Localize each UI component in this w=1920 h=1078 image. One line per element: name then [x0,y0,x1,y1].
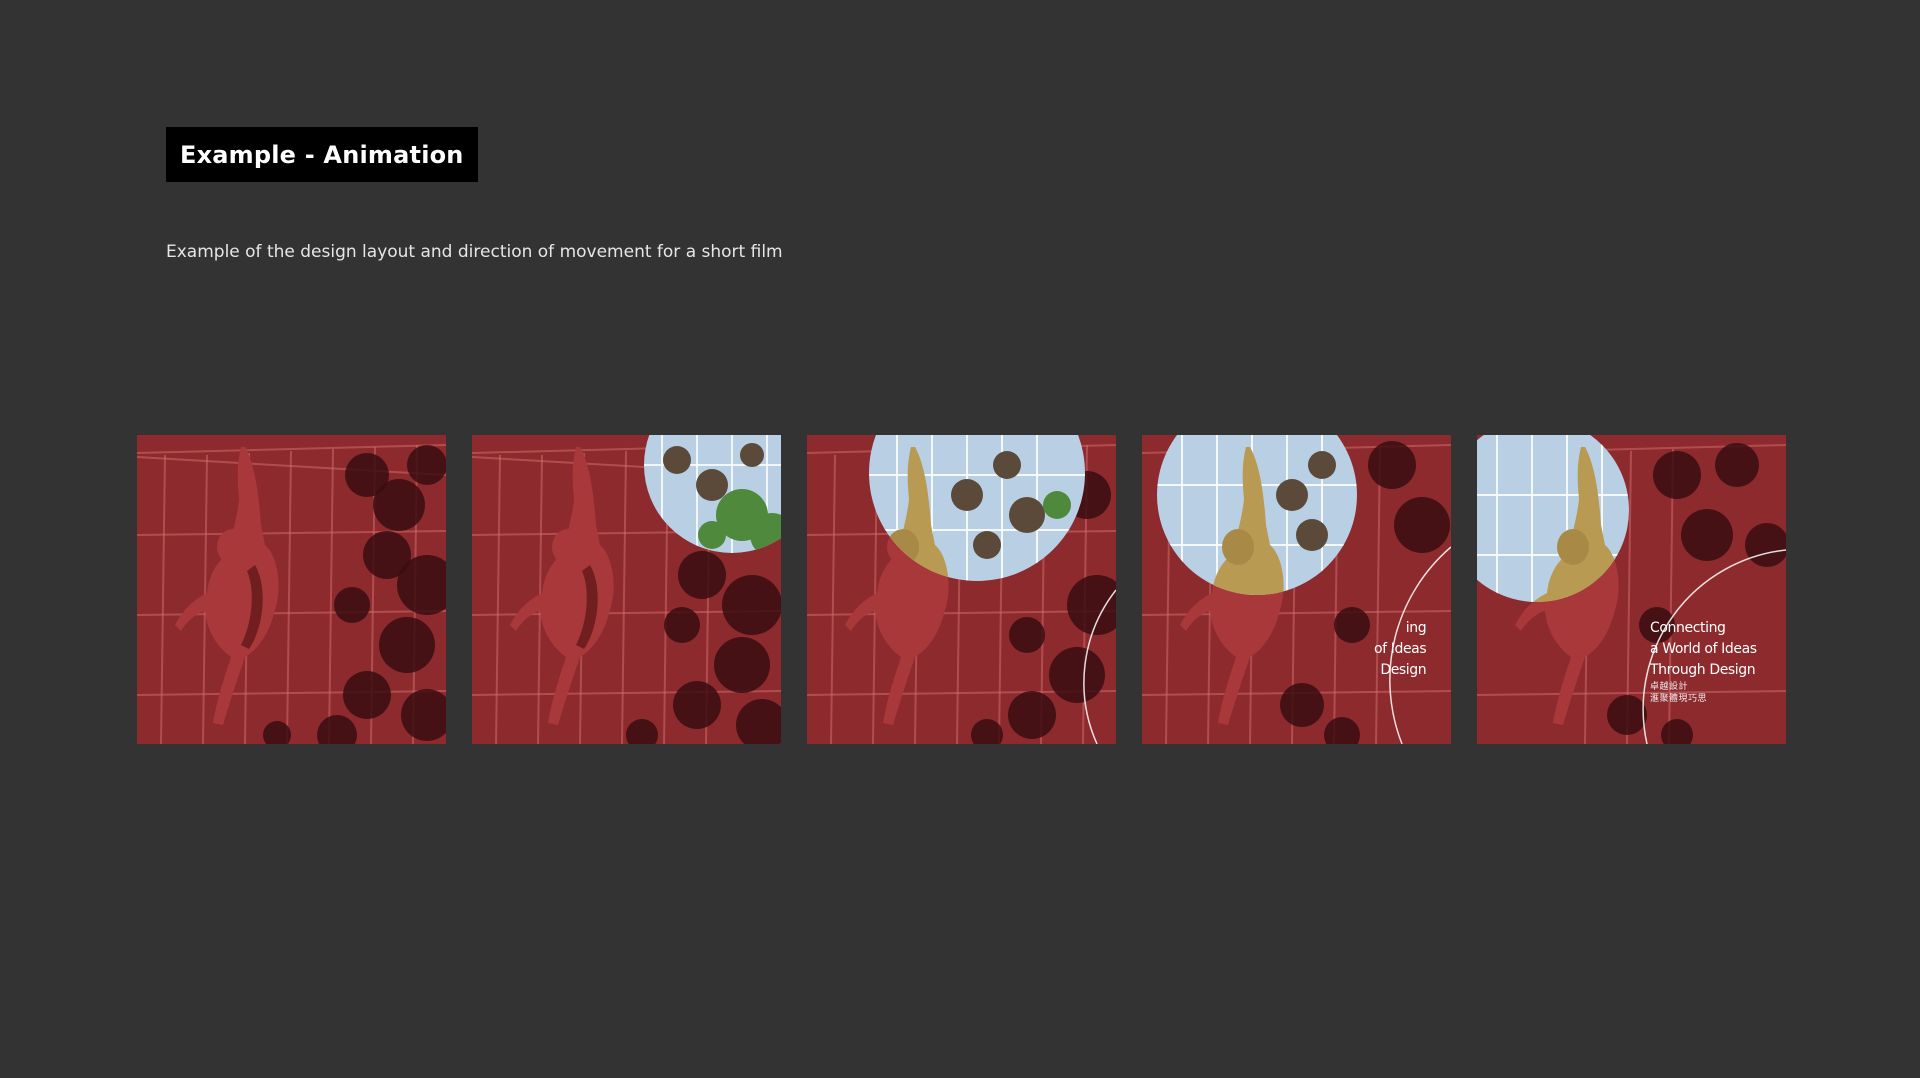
frame-4-tagline-line-1: ing [1405,620,1427,636]
frame-4-tagline: ing of Ideas Design [1374,618,1427,681]
frame-3-image [807,435,1116,744]
title-box: Example - Animation [166,127,478,182]
frame-4-tagline-line-2: of Ideas [1374,641,1427,657]
animation-frame-2 [472,435,781,744]
frame-1-image [137,435,446,744]
animation-frames: ing of Ideas Design Connecting a World o… [137,435,1786,744]
frame-5-tagline-zh-2: 滙聚體現巧思 [1650,694,1708,704]
animation-frame-3 [807,435,1116,744]
animation-frame-5: Connecting a World of Ideas Through Desi… [1477,435,1786,744]
frame-4-tagline-line-3: Design [1380,662,1427,678]
animation-frame-1 [137,435,446,744]
frame-5-tagline-line-2: a World of Ideas [1650,641,1757,657]
frame-5-tagline: Connecting a World of Ideas Through Desi… [1650,618,1757,705]
frame-5-tagline-zh-1: 卓越設計 [1650,682,1689,692]
frame-5-tagline-line-3: Through Design [1650,662,1756,678]
frame-4-image [1142,435,1451,744]
frame-5-tagline-line-1: Connecting [1650,620,1726,636]
page-title: Example - Animation [180,140,464,169]
animation-frame-4: ing of Ideas Design [1142,435,1451,744]
slide: Example - Animation Example of the desig… [0,0,1920,1078]
page-subtitle: Example of the design layout and directi… [166,242,783,262]
frame-2-image [472,435,781,744]
